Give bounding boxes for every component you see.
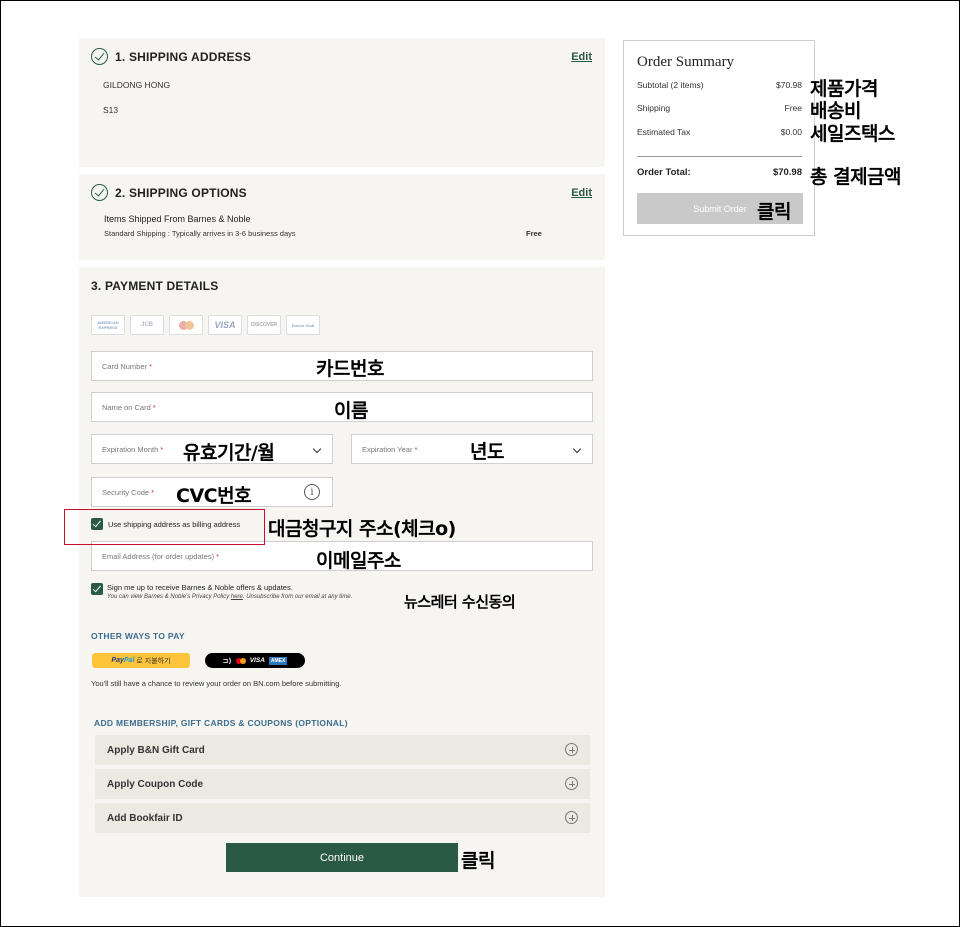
accordion-label: Add Bookfair ID [107, 812, 183, 824]
privacy-post: . Unsubscribe from our email at any time… [242, 594, 353, 600]
check-circle-icon [91, 48, 108, 65]
shipping-method: Standard Shipping : Typically arrives in… [104, 229, 296, 238]
required-mark: * [151, 487, 155, 497]
required-mark: * [414, 444, 418, 454]
address-name: GILDONG HONG [103, 80, 171, 90]
mastercard-card-icon [169, 315, 203, 335]
order-summary-title: Order Summary [637, 54, 735, 70]
annotation-card-number: 카드번호 [316, 358, 384, 380]
accordion-label: Apply Coupon Code [107, 778, 204, 790]
email-placeholder: Email Address (for order updates) [102, 551, 215, 561]
newsletter-text: Sign me up to receive Barnes & Noble off… [107, 583, 352, 600]
jcb-card-icon: JCB [130, 315, 164, 335]
address-line: S13 [103, 105, 119, 115]
plus-circle-icon[interactable] [565, 743, 578, 756]
amex-icon: AMEX [268, 656, 288, 665]
order-total-row: Order Total: $70.98 [637, 167, 802, 178]
plus-circle-icon[interactable] [565, 811, 578, 824]
edit-shipping-options-link[interactable]: Edit [571, 187, 592, 199]
tax-label: Estimated Tax [637, 127, 691, 137]
visa-card-icon: VISA [208, 315, 242, 335]
annotation-name: 이름 [334, 400, 368, 422]
billing-highlight-box [64, 509, 265, 545]
required-mark: * [216, 551, 220, 561]
annotation-year: 년도 [470, 441, 504, 463]
plus-circle-icon[interactable] [565, 777, 578, 790]
expiration-month-placeholder: Expiration Month [102, 444, 159, 454]
review-note: You'll still have a chance to review you… [91, 679, 342, 688]
subtotal-label: Subtotal (2 items) [637, 80, 704, 90]
annotation-total-payment: 총 결제금액 [810, 166, 902, 188]
paypal-pay: Pay [111, 657, 124, 664]
shipping-value: Free [784, 103, 802, 113]
annotation-click-continue: 클릭 [461, 850, 495, 872]
paypal-button[interactable]: Pay Pal 로 지불하기 [92, 653, 190, 668]
newsletter-signup-checkbox[interactable]: Sign me up to receive Barnes & Noble off… [91, 583, 352, 600]
required-mark: * [149, 361, 152, 371]
shipping-row: Shipping Free [637, 103, 802, 113]
name-on-card-placeholder: Name on Card [102, 402, 151, 412]
continue-button[interactable]: Continue [226, 843, 458, 872]
annotation-cvc: CVC번호 [176, 485, 252, 507]
shipping-price: Free [526, 229, 542, 238]
tax-row: Estimated Tax $0.00 [637, 127, 802, 137]
annotation-billing: 대금청구지 주소(체크o) [268, 518, 456, 540]
amex-card-icon: AMERICAN EXPRESS [91, 315, 125, 335]
card-number-placeholder: Card Number [102, 361, 148, 371]
shipping-address-header: 1. SHIPPING ADDRESS [91, 48, 251, 65]
security-code-placeholder: Security Code [102, 487, 150, 497]
shipped-from-heading: Items Shipped From Barnes & Noble [104, 214, 251, 224]
info-icon[interactable]: i [304, 484, 320, 500]
annotation-email: 이메일주소 [316, 550, 401, 572]
coupon-code-accordion[interactable]: Apply Coupon Code [95, 769, 590, 799]
tax-value: $0.00 [780, 127, 802, 137]
checkbox-checked-icon[interactable] [91, 583, 103, 595]
bookfair-id-accordion[interactable]: Add Bookfair ID [95, 803, 590, 833]
subtotal-value: $70.98 [776, 80, 802, 90]
chevron-down-icon [572, 444, 582, 454]
shipping-address-panel: 1. SHIPPING ADDRESS Edit GILDONG HONG S1… [79, 38, 605, 167]
annotation-expiry-month: 유효기간/월 [183, 442, 275, 464]
shipping-options-panel: 2. SHIPPING OPTIONS Edit Items Shipped F… [79, 174, 605, 260]
paypal-ko-label: 로 지불하기 [136, 657, 171, 665]
privacy-note: You can view Barnes & Noble's Privacy Po… [107, 594, 352, 600]
shipping-options-header: 2. SHIPPING OPTIONS [91, 184, 247, 201]
subtotal-row: Subtotal (2 items) $70.98 [637, 80, 802, 90]
accordion-label: Apply B&N Gift Card [107, 744, 205, 756]
visa-label: VISA [249, 657, 265, 664]
order-total-value: $70.98 [772, 167, 802, 178]
gift-card-accordion[interactable]: Apply B&N Gift Card [95, 735, 590, 765]
annotation-click-submit: 클릭 [757, 201, 791, 223]
paypal-pal: Pal [123, 657, 135, 664]
required-mark: * [152, 402, 156, 412]
discover-card-icon: DISCOVER [247, 315, 281, 335]
check-circle-icon [91, 184, 108, 201]
membership-title: ADD MEMBERSHIP, GIFT CARDS & COUPONS (OP… [94, 718, 348, 728]
chevron-down-icon [312, 444, 322, 454]
shipping-label: Shipping [637, 103, 671, 113]
mastercard-icon [235, 657, 246, 664]
annotation-sales-tax: 세일즈택스 [810, 123, 895, 145]
privacy-policy-link[interactable]: here [231, 594, 243, 600]
accepted-cards: AMERICAN EXPRESS JCB VISA DISCOVER Diner… [91, 315, 320, 335]
step-title: 2. SHIPPING OPTIONS [115, 185, 247, 200]
other-ways-to-pay-title: OTHER WAYS TO PAY [91, 631, 185, 641]
summary-divider [637, 156, 802, 157]
click-to-pay-arrow-icon: ⊐⟩ [222, 657, 232, 665]
order-total-label: Order Total: [637, 167, 691, 178]
required-mark: * [160, 444, 164, 454]
edit-shipping-address-link[interactable]: Edit [571, 51, 592, 63]
step-title: 1. SHIPPING ADDRESS [115, 49, 252, 64]
annotation-newsletter: 뉴스레터 수신동의 [404, 593, 516, 611]
expiration-year-placeholder: Expiration Year [362, 444, 413, 454]
privacy-pre: You can view Barnes & Noble's Privacy Po… [107, 594, 231, 600]
click-to-pay-button[interactable]: ⊐⟩ VISA AMEX [205, 653, 305, 668]
step-title: 3. PAYMENT DETAILS [91, 279, 219, 293]
diners-card-icon: Diners Club [286, 315, 320, 335]
signup-label: Sign me up to receive Barnes & Noble off… [107, 583, 293, 592]
